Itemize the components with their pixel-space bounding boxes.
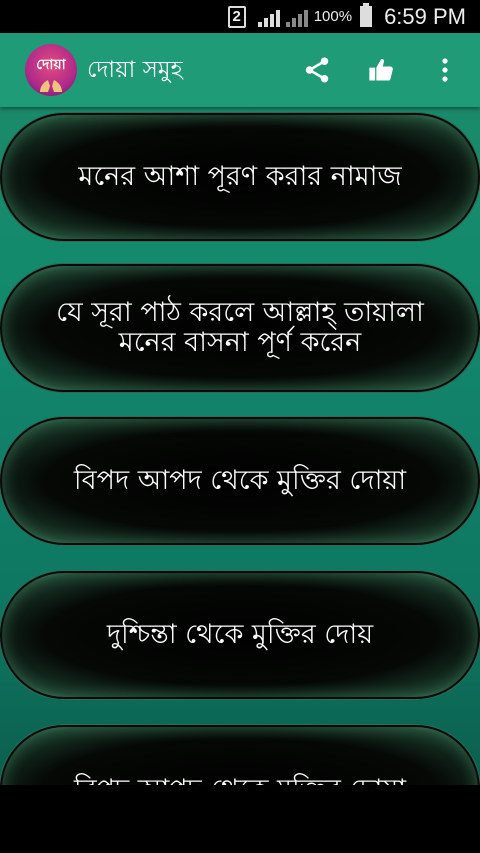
list-item-label: দুশ্চিন্তা থেকে মুক্তির দোয়	[106, 619, 374, 650]
battery-icon	[360, 3, 373, 27]
status-bar: 2 100% 6:59 PM	[0, 0, 480, 33]
share-icon[interactable]	[300, 53, 334, 87]
signal-icon	[257, 7, 280, 27]
list-item-label: বিপদ আপদ থেকে মুক্তির দোয়া	[73, 465, 407, 496]
more-vert-icon[interactable]	[428, 53, 462, 87]
clock: 6:59 PM	[384, 3, 466, 29]
battery-percent: 100%	[313, 8, 353, 25]
bottom-spacer	[0, 785, 480, 853]
list-item[interactable]: যে সূরা পাঠ করলে আল্লাহ্ তায়ালা মনের বা…	[0, 264, 480, 392]
app-bar: দোয়া দোয়া সমুহ	[0, 33, 480, 107]
thumbs-up-icon[interactable]	[364, 53, 398, 87]
app-title: দোয়া সমুহ	[87, 56, 183, 83]
signal-secondary-icon	[285, 7, 308, 27]
list-item[interactable]: বিপদ আপদ থেকে মুক্তির দোয়া	[0, 417, 480, 545]
list-item-label: মনের আশা পূরণ করার নামাজ	[78, 161, 402, 192]
list-item-label: বিপদ আপদ থেকে মুক্তির দোয়া	[74, 775, 406, 786]
app-logo: দোয়া	[25, 44, 77, 96]
praying-hands-icon	[40, 80, 62, 92]
dua-list: মনের আশা পূরণ করার নামাজ যে সূরা পাঠ করল…	[0, 107, 480, 785]
list-item[interactable]: বিপদ আপদ থেকে মুক্তির দোয়া	[0, 725, 480, 785]
logo-text: দোয়া	[36, 57, 66, 73]
list-item[interactable]: দুশ্চিন্তা থেকে মুক্তির দোয়	[0, 571, 480, 699]
sim-slot-badge: 2	[227, 5, 246, 28]
list-item-label: যে সূরা পাঠ করলে আল্লাহ্ তায়ালা মনের বা…	[56, 297, 424, 358]
list-item[interactable]: মনের আশা পূরণ করার নামাজ	[0, 113, 480, 241]
